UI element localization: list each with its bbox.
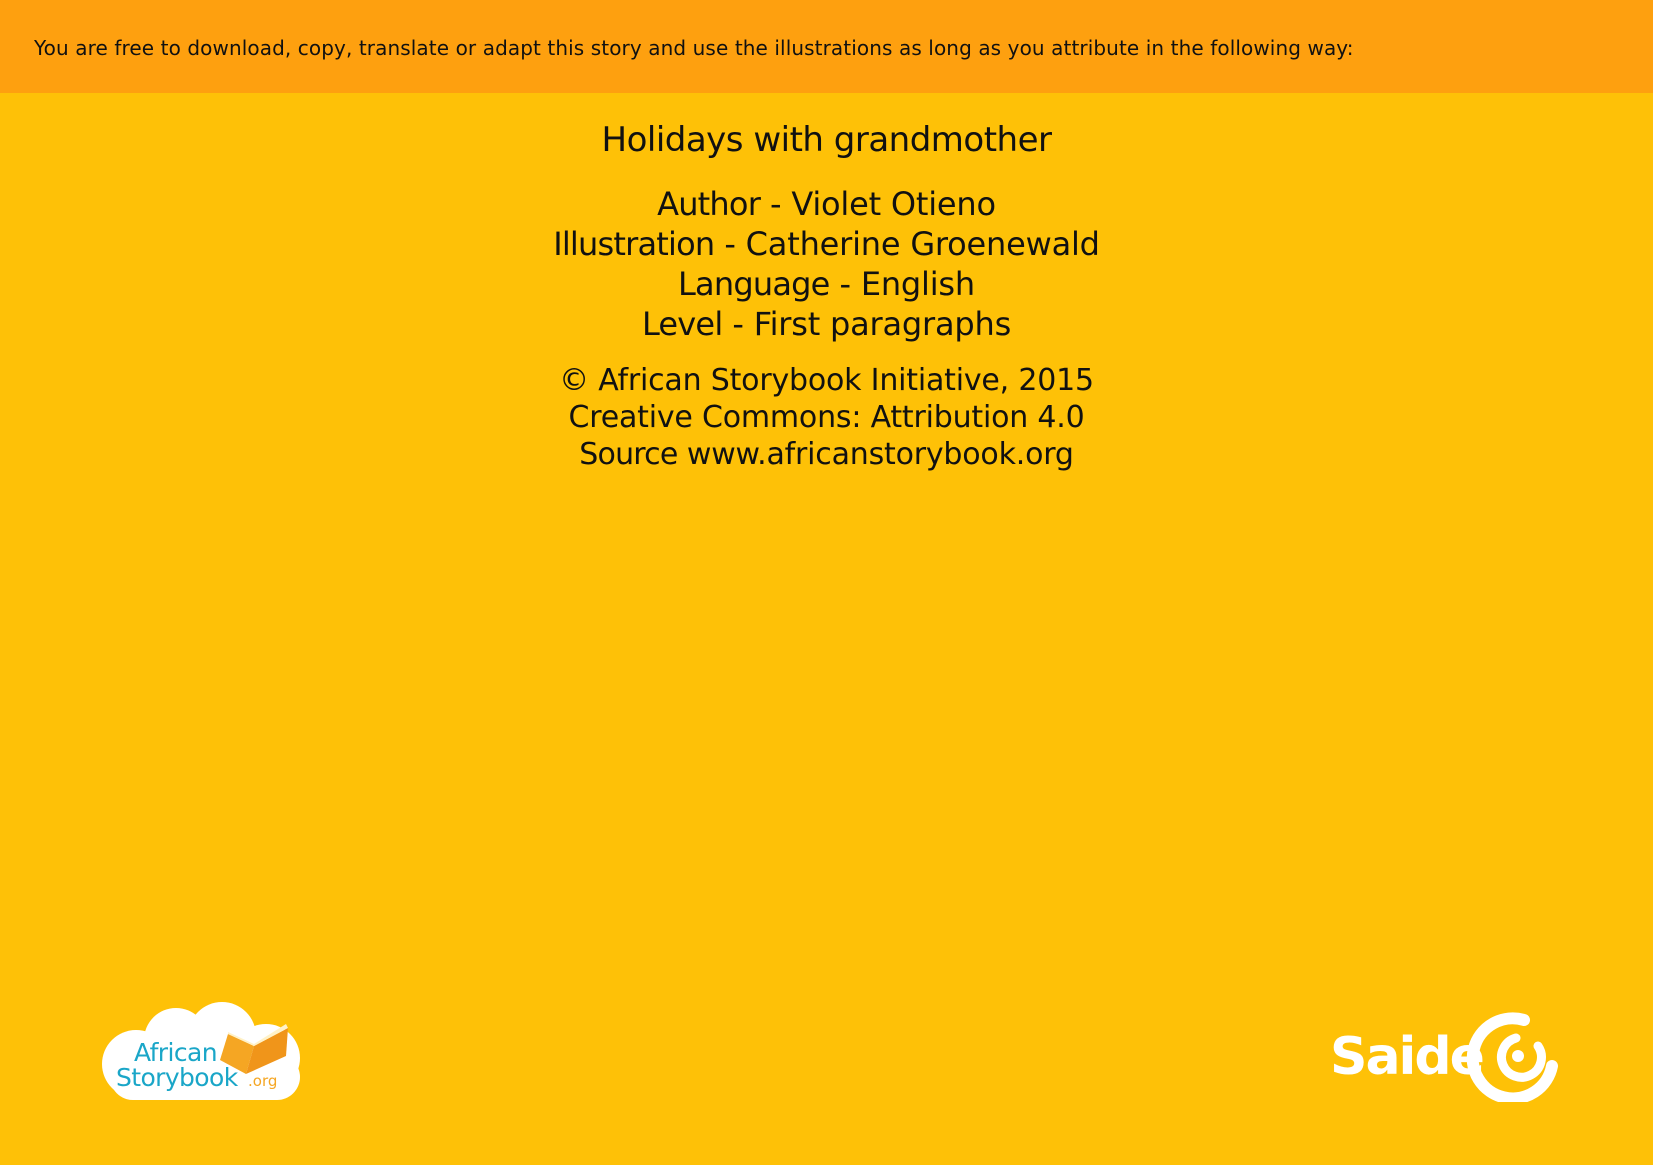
- credit-level: Level - First paragraphs: [0, 304, 1653, 344]
- source-line: Source www.africanstorybook.org: [0, 436, 1653, 473]
- asb-logo-suffix: .org: [248, 1072, 277, 1090]
- credit-language: Language - English: [0, 264, 1653, 304]
- credit-level-value: - First paragraphs: [722, 305, 1012, 343]
- credit-author: Author - Violet Otieno: [0, 184, 1653, 224]
- credit-illustration-label: Illustration: [553, 225, 715, 263]
- credit-level-label: Level: [641, 305, 723, 343]
- license-block: © African Storybook Initiative, 2015 Cre…: [0, 362, 1653, 473]
- copyright-line: © African Storybook Initiative, 2015: [559, 363, 1094, 398]
- saide-logo: Saide: [1330, 1012, 1558, 1102]
- credits-block: Author - Violet Otieno Illustration - Ca…: [0, 184, 1653, 344]
- credit-author-label: Author: [657, 185, 761, 223]
- creative-commons-line: Creative Commons: Attribution 4.0: [568, 400, 1085, 435]
- credit-language-label: Language: [678, 265, 830, 303]
- credit-language-value: - English: [829, 265, 976, 303]
- source-url: www.africanstorybook.org: [677, 437, 1074, 472]
- saide-logo-text: Saide: [1330, 1027, 1483, 1087]
- attribution-banner: You are free to download, copy, translat…: [0, 0, 1653, 93]
- asb-logo-line2: Storybook: [116, 1063, 239, 1092]
- credit-author-value: - Violet Otieno: [760, 185, 996, 223]
- banner-text: You are free to download, copy, translat…: [34, 36, 1354, 60]
- saide-swirl-icon: [1466, 1012, 1558, 1102]
- credit-illustration-value: - Catherine Groenewald: [714, 225, 1100, 263]
- story-title: Holidays with grandmother: [601, 120, 1053, 160]
- attribution-page: You are free to download, copy, translat…: [0, 0, 1653, 1165]
- source-label: Source: [579, 437, 678, 472]
- credit-illustration: Illustration - Catherine Groenewald: [0, 224, 1653, 264]
- african-storybook-logo: African Storybook .org: [102, 1002, 300, 1100]
